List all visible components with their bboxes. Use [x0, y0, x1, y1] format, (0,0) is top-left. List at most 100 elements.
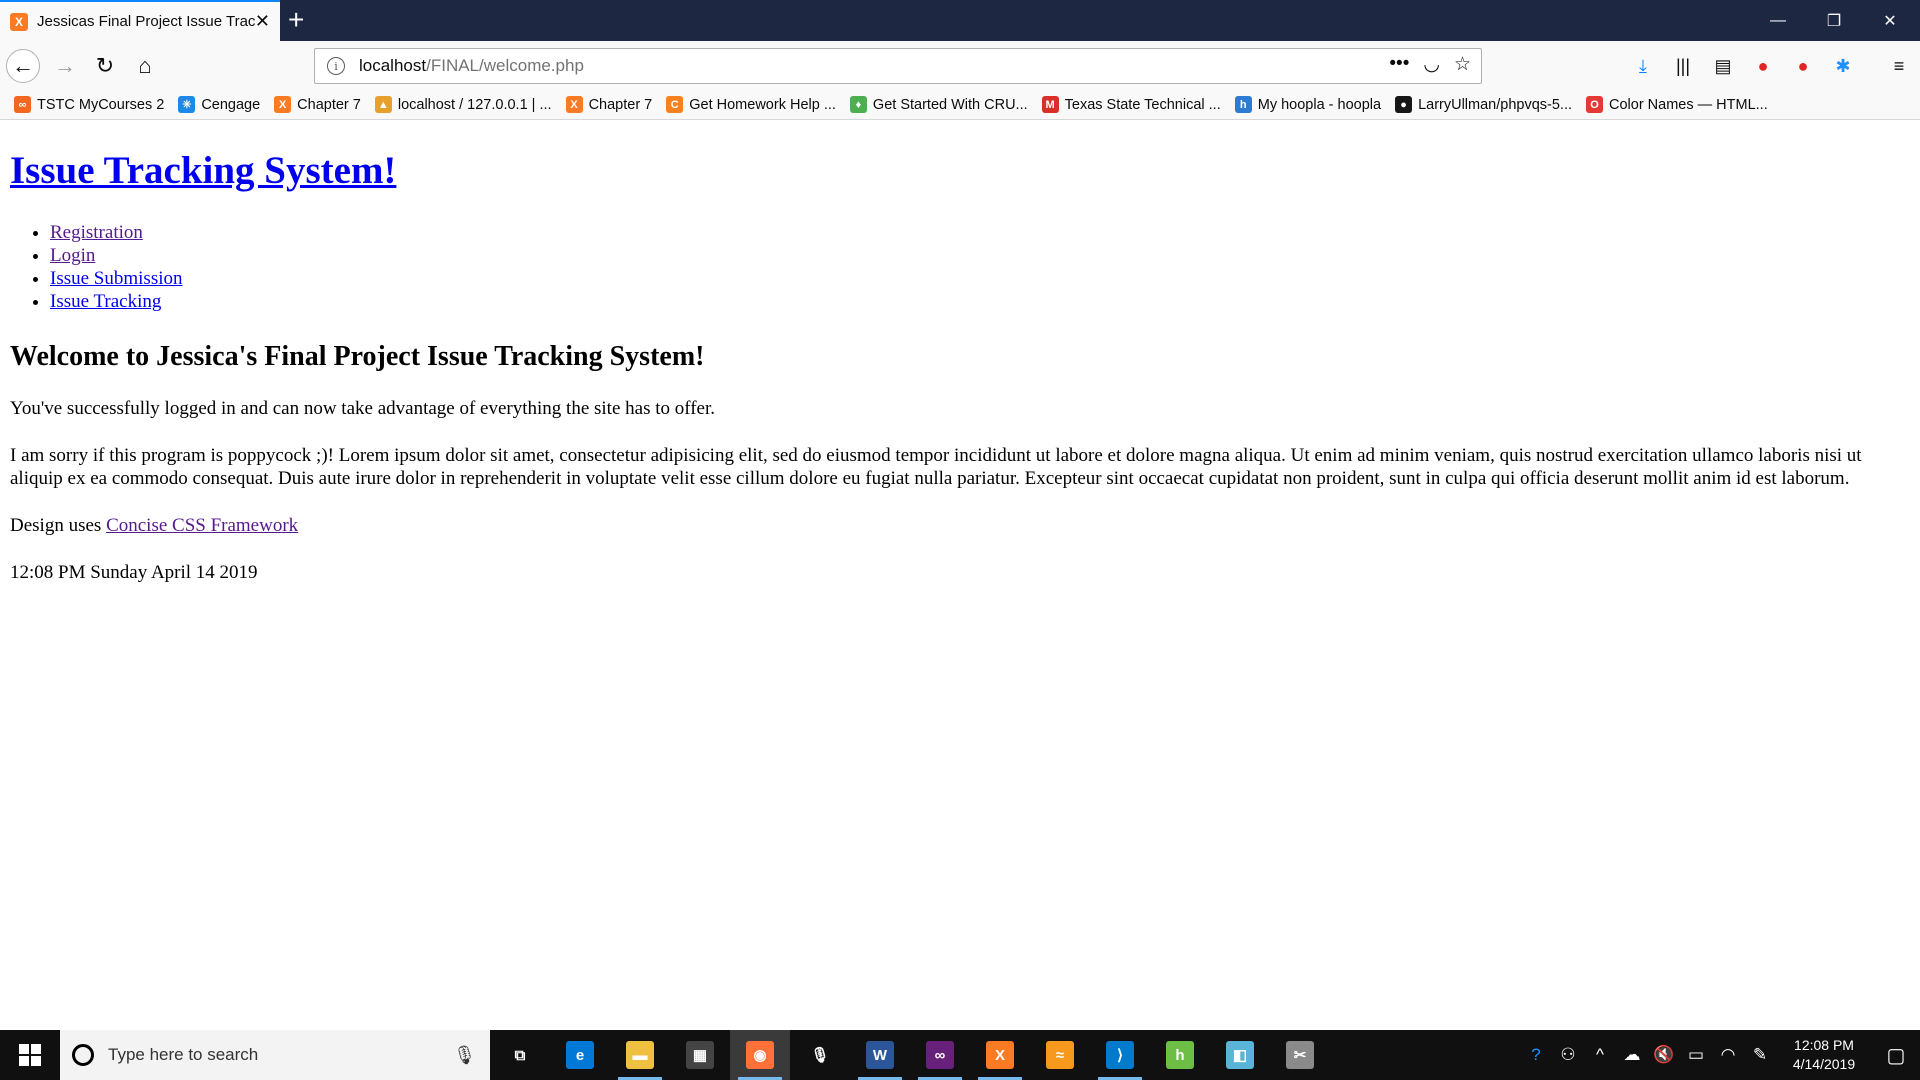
vscode-icon: ⟩ [1106, 1041, 1134, 1069]
start-button[interactable] [0, 1030, 60, 1080]
bookmark-item[interactable]: ▲ localhost / 127.0.0.1 | ... [374, 96, 552, 113]
taskbar-app[interactable]: ✂ [1270, 1030, 1330, 1080]
bookmark-item[interactable]: X Chapter 7 [565, 96, 653, 113]
sidebar-icon[interactable]: ▤ [1710, 53, 1736, 79]
lastpass-icon[interactable]: ● [1750, 53, 1776, 79]
bookmark-item[interactable]: h My hoopla - hoopla [1234, 96, 1381, 113]
site-title: Issue Tracking System! [10, 148, 1910, 193]
concise-css-link[interactable]: Concise CSS Framework [106, 515, 298, 536]
bookmark-item[interactable]: ∞ TSTC MyCourses 2 [14, 96, 164, 113]
bookmark-item[interactable]: C Get Homework Help ... [666, 96, 836, 113]
nav-item-issue-submission: Issue Submission [50, 267, 1910, 290]
help-icon[interactable]: ? [1520, 1045, 1552, 1065]
close-tab-icon[interactable]: ✕ [255, 11, 270, 31]
taskbar-app[interactable]: ▦ [670, 1030, 730, 1080]
bookmark-label: localhost / 127.0.0.1 | ... [397, 96, 552, 113]
minimize-icon[interactable]: — [1750, 0, 1806, 41]
hoopla-app-icon: h [1166, 1041, 1194, 1069]
close-window-icon[interactable]: ✕ [1862, 0, 1918, 41]
downloads-icon[interactable]: ⤓ [1630, 53, 1656, 79]
notepad-icon: ◧ [1226, 1041, 1254, 1069]
nav-link-issue-submission[interactable]: Issue Submission [50, 268, 183, 289]
bookmark-label: Chapter 7 [297, 96, 361, 113]
edge-icon: e [566, 1041, 594, 1069]
wifi-icon[interactable]: ◠ [1712, 1045, 1744, 1065]
xampp-icon: X [10, 12, 28, 31]
taskbar-app[interactable]: ▬ [610, 1030, 670, 1080]
info-icon[interactable]: i [327, 57, 345, 75]
pen-icon[interactable]: ✎ [1744, 1045, 1776, 1065]
nav-link-registration[interactable]: Registration [50, 222, 143, 243]
taskbar-app[interactable]: e [550, 1030, 610, 1080]
tab-active[interactable]: X Jessicas Final Project Issue Tracking … [0, 0, 280, 41]
pinned-apps: ⧉ e ▬ ▦ ◉ 🎙 W ∞ X ≈ ⟩ h ◧ ✂ [490, 1030, 1330, 1080]
back-icon[interactable]: ← [6, 49, 40, 83]
show-hidden-icons-icon[interactable]: ^ [1584, 1045, 1616, 1065]
file-explorer-icon: ▬ [626, 1041, 654, 1069]
bookmark-label: TSTC MyCourses 2 [37, 96, 165, 113]
nav-link-login[interactable]: Login [50, 245, 95, 266]
taskbar-app[interactable]: ≈ [1030, 1030, 1090, 1080]
bookmark-label: Chapter 7 [588, 96, 653, 113]
windows-taskbar: Type here to search 🎙 ⧉ e ▬ ▦ ◉ 🎙 W ∞ X ≈ ⟩ h ◧ ✂ ? ⚇… [0, 1030, 1920, 1080]
clock-time: 12:08 PM [1794, 1037, 1854, 1053]
nav-link-issue-tracking[interactable]: Issue Tracking [50, 291, 161, 312]
bookmark-label: Color Names — HTML... [1609, 96, 1768, 113]
microphone-icon[interactable]: 🎙 [453, 1045, 476, 1066]
site-title-link[interactable]: Issue Tracking System! [10, 149, 396, 192]
action-center-icon[interactable]: ▢ [1872, 1043, 1920, 1068]
task-view-icon: ⧉ [506, 1041, 534, 1069]
site-nav: Registration Login Issue Submission Issu… [50, 221, 1910, 313]
people-icon[interactable]: ⚇ [1552, 1045, 1584, 1065]
bookmark-item[interactable]: X Chapter 7 [274, 96, 361, 113]
bookmark-item[interactable]: ✳ Cengage [178, 96, 260, 113]
bookmarks-toolbar: ∞ TSTC MyCourses 2 ✳ Cengage X Chapter 7 ▲ loca… [0, 90, 1920, 120]
taskbar-app[interactable]: ⟩ [1090, 1030, 1150, 1080]
bookmark-item[interactable]: O Color Names — HTML... [1586, 96, 1768, 113]
navigation-toolbar: ← → ↻ ⌂ i localhost/FINAL/welcome.php ••… [0, 41, 1920, 90]
firefox-icon: ◉ [746, 1041, 774, 1069]
onedrive-icon[interactable]: ☁ [1616, 1045, 1648, 1065]
library-icon[interactable]: ||| [1670, 53, 1696, 79]
battery-icon[interactable]: ▭ [1680, 1045, 1712, 1065]
bookmark-item[interactable]: ♦ Get Started With CRU... [849, 96, 1028, 113]
reload-icon[interactable]: ↻ [88, 49, 122, 83]
nav-item-login: Login [50, 244, 1910, 267]
logged-in-message: You've successfully logged in and can no… [10, 398, 716, 419]
extension-icon[interactable]: ✱ [1830, 53, 1856, 79]
address-bar[interactable]: i localhost/FINAL/welcome.php ••• ◡ ☆ [314, 48, 1482, 84]
bookmark-label: Get Homework Help ... [689, 96, 836, 113]
github-icon: ● [1395, 96, 1413, 113]
taskbar-app[interactable]: X [970, 1030, 1030, 1080]
design-prefix: Design uses [10, 515, 102, 536]
xampp-icon: X [274, 96, 292, 113]
taskbar-app[interactable]: h [1150, 1030, 1210, 1080]
bookmark-item[interactable]: M Texas State Technical ... [1041, 96, 1221, 113]
pinterest-icon[interactable]: ● [1790, 53, 1816, 79]
voice-recorder-icon: 🎙 [806, 1041, 834, 1069]
menu-icon[interactable]: ≡ [1886, 53, 1912, 79]
lorem-paragraph: I am sorry if this program is poppycock … [10, 445, 1862, 489]
pocket-icon[interactable]: ◡ [1423, 53, 1440, 76]
taskbar-app[interactable]: ◧ [1210, 1030, 1270, 1080]
taskbar-app[interactable]: W [850, 1030, 910, 1080]
taskbar-app[interactable]: ∞ [910, 1030, 970, 1080]
gmail-icon: M [1041, 96, 1059, 113]
volume-muted-icon[interactable]: 🔇 [1648, 1045, 1680, 1065]
page-actions-icon[interactable]: ••• [1389, 53, 1409, 76]
url-path: /FINAL/welcome.php [426, 56, 584, 75]
current-datetime: 12:08 PM Sunday April 14 2019 [10, 562, 258, 583]
taskbar-clock[interactable]: 12:08 PM 4/14/2019 [1776, 1036, 1872, 1074]
taskbar-app[interactable]: ⧉ [490, 1030, 550, 1080]
forward-icon[interactable]: → [48, 49, 82, 83]
restore-icon[interactable]: ❐ [1806, 0, 1862, 41]
taskbar-app[interactable]: ◉ [730, 1030, 790, 1080]
bookmark-item[interactable]: ● LarryUllman/phpvqs-5... [1395, 96, 1572, 113]
new-tab-icon[interactable]: + [288, 5, 304, 35]
taskbar-app[interactable]: 🎙 [790, 1030, 850, 1080]
cengage-icon: ✳ [178, 96, 196, 113]
home-icon[interactable]: ⌂ [128, 49, 162, 83]
bookmark-star-icon[interactable]: ☆ [1454, 53, 1471, 76]
design-credit: Design uses Concise CSS Framework [10, 514, 1910, 537]
taskbar-search[interactable]: Type here to search 🎙 [60, 1030, 490, 1080]
